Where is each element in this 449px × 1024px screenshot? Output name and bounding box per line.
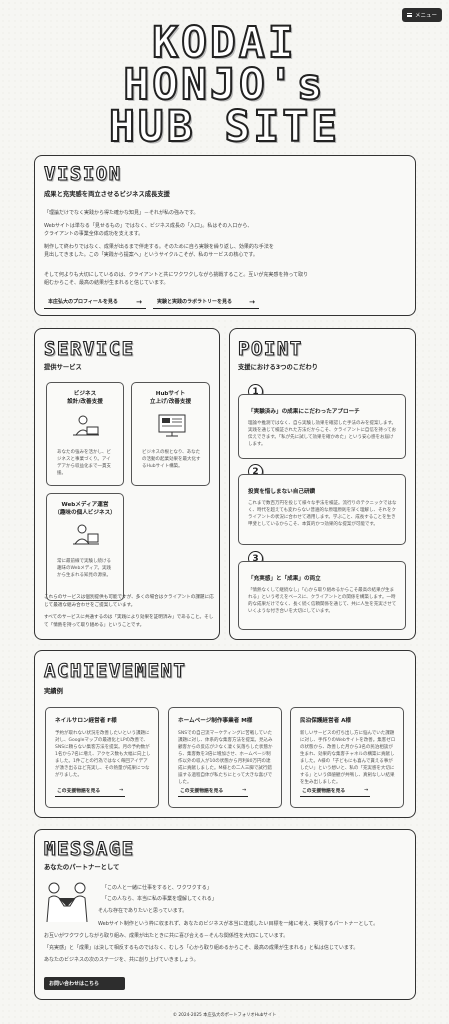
achievement-description: SNSでの自己流マーケティングに苦戦していた課題に対し、体系的な集客方法を提案。… [178,731,273,785]
message-paragraph-3: 「充実感」と「成果」は決して相反するものではなく、むしろ「心から取り組めるからこ… [44,945,359,951]
service-card-description: あなたの強みを活かし、ビジネスと事業づくり。アイデアから収益化まで一貫支援。 [57,450,111,476]
message-paragraph-2: お互いがワクワクしながら取り組み、成果が出たときに共に喜び合える－そんな関係性を… [44,933,289,939]
hero-line-3: HUB SITE [108,102,341,152]
hero-line-2: HONJO's [122,60,326,110]
message-quote-2: 「この人なら、本当に私の事業を理解してくれる」 [102,896,217,902]
arrow-right-icon: → [249,297,255,306]
point-description: 理論や推測ではなく、自ら実験し効果を確認した手法のみを提案します。実践を通じて検… [248,421,397,447]
service-card-business: ビジネス 設計/改善支援 あなたの強みを活かし、ビジネスと事業づくり。アイデアから… [46,382,124,486]
achievement-subtitle: 実績例 [44,688,63,695]
achievement-story-link[interactable]: この支援物語を見る → [300,785,370,797]
achievement-description: 予約が取れない状況を改善したいという課題に対し、Googleマップの最適化とLP… [55,731,151,778]
point-subtitle: 支援における3つのこだわり [238,364,318,371]
achievement-story-link[interactable]: この支援物語を見る → [55,785,125,797]
service-card-hubsite: Hubサイト 立上げ/改善支援 ビジネスの根となり、あなたの活動の起業効果を最大化… [131,382,210,486]
achievement-title: ACHIEVEMENT [43,659,187,682]
service-title: SERVICE [43,337,135,360]
handshake-illustration-icon [46,882,88,923]
message-quote-1: 「この人と一緒に仕事をすると、ワクワクする」 [102,885,212,891]
vision-paragraph-2: Webサイトは単なる「見せるもの」ではなく、ビジネス成長の「入口」。私はその入口… [44,223,253,238]
arrow-right-icon: → [118,788,123,793]
service-card-description: ビジネスの根となり、あなたの活動の起業効果を最大化するHubサイト構築。 [142,450,201,469]
point-heading: 投資を惜しまない自己研鑽 [248,489,316,495]
point-title: POINT [237,337,303,360]
contact-button[interactable]: お問い合わせはこちら [44,977,125,990]
profile-link-button[interactable]: 本庄弘大のプロフィールを見る → [44,295,146,309]
service-paragraph-1: これらのサービスは個別提供も可能ですが、多くの場合はクライアントの課題に応じて最… [44,595,214,608]
menu-icon [406,13,412,17]
point-card-1: 「実験済み」の成果にこだわったアプローチ 理論や推測ではなく、自ら実験し効果を確… [238,394,406,459]
point-description: これまで数百万円を投じて様々な手法を検証。流行りのテクニックではなく、時代を超え… [248,501,397,527]
point-heading: 「充実感」と「成果」の両立 [248,576,321,582]
vision-paragraph-3: 制作して終わりではなく、成果が出るまで伴走する。そのために自ら実験を繰り返し、効… [44,244,274,259]
point-heading: 「実験済み」の成果にこだわったアプローチ [248,409,360,415]
monitor-illustration-icon [158,414,186,437]
message-paragraph-1: Webサイト制作という枠に収まれず、あなたのビジネスが本当に達成したい目標を一緒… [98,921,379,927]
service-card-title: ビジネス 設計/改善支援 [67,391,103,405]
point-card-3: 「充実感」と「成果」の両立 「情熱なくして継続なし」「心から取り組めるからこそ最… [238,561,406,630]
profile-link-label: 本庄弘大のプロフィールを見る [48,299,118,305]
achievement-heading: ネイルサロン経営者 F様 [55,718,117,724]
vision-paragraph-1: 「理論だけでなく実践から得た確かな知見」－それが私の強みです。 [44,210,199,216]
service-subtitle: 提供サービス [44,364,82,371]
service-paragraph-2: すべてのサービスに共通するのは「実践により効果を証明済み」であること。そして「情… [44,615,214,628]
service-card-title: Hubサイト 立上げ/改善支援 [149,391,192,405]
achievement-card-3: 民泊保護経営者 A様 新しいサービスの打ち出し方に悩んでいた課題に対し、手作りの… [290,707,404,808]
message-paragraph-4: あなたのビジネスの次のステージを、共に創り上げていきましょう。 [44,957,199,963]
writer-illustration-icon [73,524,99,545]
menu-label: メニュー [414,13,437,19]
service-card-title: Webメディア運営 （趣味の個人ビジネス） [54,502,116,516]
business-illustration-icon [73,415,99,436]
lab-link-button[interactable]: 実験と実践のラボラトリーを見る → [153,295,259,309]
footer-copyright: © 2024-2025 本庄弘大のポートフォリオHubサイト [172,1013,277,1018]
message-title: MESSAGE [43,837,135,860]
vision-title: VISION [43,162,122,185]
arrow-right-icon: → [241,788,246,793]
vision-subtitle: 成果と充実感を両立させるビジネス成長支援 [44,191,170,198]
point-card-2: 投資を惜しまない自己研鑽 これまで数百万円を投じて様々な手法を検証。流行りのテク… [238,474,406,545]
hero-title: KODAI HONJO's HUB SITE [0,18,449,152]
hero-line-1: KODAI [151,18,297,68]
arrow-right-icon: → [363,788,368,793]
lab-link-label: 実験と実践のラボラトリーを見る [157,299,233,305]
achievement-description: 新しいサービスの打ち出し方に悩んでいた課題に対し、手作りのWebサイトを改善。集… [300,731,396,785]
point-description: 「情熱なくして継続なし」「心から取り組めるからこそ最高の結果が生まれる」という考… [248,588,397,614]
vision-paragraph-4: そして何よりも大切にしているのは、クライアントと共にワクワクしながら挑戦すること… [44,272,309,287]
message-subtitle: あなたのパートナーとして [44,864,120,871]
achievement-card-1: ネイルサロン経営者 F様 予約が取れない状況を改善したいという課題に対し、Goo… [45,707,159,808]
arrow-right-icon: → [136,297,142,306]
achievement-heading: 民泊保護経営者 A様 [300,718,352,724]
service-card-webmedia: Webメディア運営 （趣味の個人ビジネス） 常に最前線で実験し続ける趣味のWebメ… [46,493,124,601]
achievement-card-2: ホームページ制作事業者 M様 SNSでの自己流マーケティングに苦戦していた課題に… [168,707,282,808]
achievement-story-link[interactable]: この支援物語を見る → [178,785,248,797]
menu-button[interactable]: メニュー [402,8,442,22]
message-quote-3: そんな存在でありたいと思っています。 [98,908,188,914]
achievement-heading: ホームページ制作事業者 M様 [178,718,253,724]
service-card-description: 常に最前線で実験し続ける趣味のWebメディア。実践から生まれる知見の源泉。 [57,559,112,578]
